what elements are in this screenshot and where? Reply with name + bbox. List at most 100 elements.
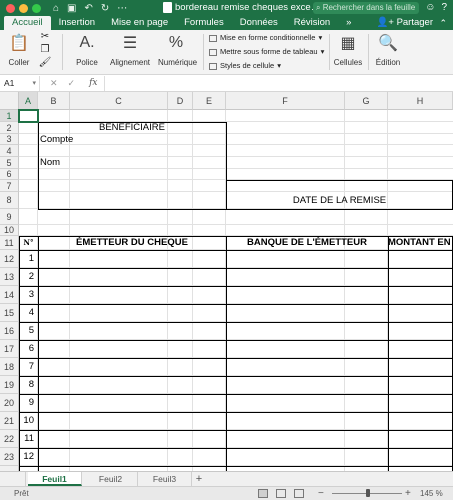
column-header[interactable]: H	[388, 92, 453, 110]
editing-button[interactable]: 🔍 Édition	[374, 32, 402, 67]
row-header[interactable]: 11	[0, 236, 19, 250]
spreadsheet-grid[interactable]: A B C D E F G H 1 2 3 4 5 6 7 8 9 10 11 12 13 14 15 16 17 18 19 20 2…	[0, 92, 453, 471]
home-icon[interactable]: ⌂	[53, 3, 59, 14]
status-text: Prêt	[14, 489, 29, 498]
cell-border	[19, 304, 452, 305]
row-header[interactable]: 5	[0, 157, 19, 169]
sheet-nav[interactable]	[0, 472, 26, 486]
magnifier-icon: 🔍	[378, 35, 398, 52]
collapse-ribbon-icon[interactable]: ⌃	[439, 16, 447, 30]
sheet-tab-feuil1[interactable]: Feuil1	[28, 472, 82, 486]
zoom-window-button[interactable]	[32, 3, 41, 13]
redo-icon[interactable]: ↻	[101, 3, 109, 14]
row-header[interactable]: 7	[0, 180, 19, 192]
format-as-table-button[interactable]: Mettre sous forme de tableau ▾	[209, 45, 324, 59]
gridline	[192, 110, 193, 471]
row-header[interactable]: 3	[0, 134, 19, 145]
scissors-icon[interactable]: ✂	[38, 30, 52, 43]
cell-styles-button[interactable]: Styles de cellule ▾	[209, 59, 324, 73]
column-header[interactable]: D	[168, 92, 193, 110]
more-icon[interactable]: ⋯	[117, 3, 127, 14]
minimize-window-button[interactable]	[19, 3, 28, 13]
smiley-icon[interactable]: ☺	[425, 2, 435, 13]
row-number: 7	[28, 361, 34, 372]
alignment-button[interactable]: ☰ Alignement	[110, 32, 150, 67]
zoom-out-button[interactable]: −	[318, 487, 324, 500]
ribbon: 📋 Coller ✂ ❐ 🖌 A. Police ☰ Alignement % …	[0, 30, 453, 75]
conditional-format-button[interactable]: Mise en forme conditionnelle ▾	[209, 31, 324, 45]
row-header[interactable]: 15	[0, 304, 19, 322]
tab-donnees[interactable]: Données	[232, 16, 286, 30]
paste-button[interactable]: 📋 Coller	[6, 32, 32, 67]
column-header[interactable]: C	[70, 92, 168, 110]
font-button[interactable]: A. Police	[70, 32, 104, 67]
zoom-slider-thumb[interactable]	[366, 489, 370, 497]
formula-input[interactable]	[103, 75, 453, 91]
ribbon-divider	[62, 34, 63, 70]
page-break-icon[interactable]	[294, 489, 304, 498]
row-header[interactable]: 23	[0, 448, 19, 466]
row-header[interactable]: 19	[0, 376, 19, 394]
sheet-tab-feuil2[interactable]: Feuil2	[84, 472, 138, 486]
row-number: 3	[28, 289, 34, 300]
column-header[interactable]: G	[345, 92, 388, 110]
column-header[interactable]: B	[38, 92, 70, 110]
header-no: N°	[23, 238, 34, 247]
view-switcher	[258, 489, 304, 498]
share-button[interactable]: 👤+ Partager	[377, 16, 433, 30]
add-sheet-button[interactable]: +	[192, 472, 206, 486]
number-format-button[interactable]: % Numérique	[158, 32, 197, 67]
tab-revision[interactable]: Révision	[286, 16, 338, 30]
tab-more[interactable]: »	[338, 16, 359, 30]
normal-view-icon[interactable]	[258, 489, 268, 498]
row-header[interactable]: 21	[0, 412, 19, 430]
row-header[interactable]: 14	[0, 286, 19, 304]
column-header[interactable]: F	[226, 92, 345, 110]
function-icon[interactable]: fx	[89, 78, 97, 88]
save-icon[interactable]: ▣	[67, 3, 76, 14]
column-header[interactable]: A	[19, 92, 38, 110]
sheet-tab-feuil3[interactable]: Feuil3	[138, 472, 192, 486]
help-icon[interactable]: ?	[441, 2, 447, 13]
copy-icon[interactable]: ❐	[38, 43, 52, 56]
format-painter-icon[interactable]: 🖌	[38, 56, 52, 69]
close-window-button[interactable]	[6, 3, 15, 13]
row-header[interactable]: 4	[0, 145, 19, 157]
row-header[interactable]: 8	[0, 192, 19, 209]
row-header[interactable]: 18	[0, 358, 19, 376]
tab-formules[interactable]: Formules	[176, 16, 232, 30]
page-layout-icon[interactable]	[276, 489, 286, 498]
title-bar: ⌂ ▣ ↶ ↻ ⋯ bordereau remise cheques exce……	[0, 0, 453, 16]
row-number: 12	[23, 451, 34, 462]
column-header[interactable]: E	[193, 92, 226, 110]
tab-mise-en-page[interactable]: Mise en page	[103, 16, 176, 30]
name-box[interactable]: A1 ▾	[0, 75, 40, 91]
zoom-in-button[interactable]: +	[405, 487, 411, 500]
cancel-icon[interactable]: ✕	[50, 78, 58, 89]
row-header[interactable]: 13	[0, 268, 19, 286]
cells-button[interactable]: ▦ Cellules	[333, 32, 363, 67]
row-header[interactable]: 17	[0, 340, 19, 358]
titlebar-right: ☺ ?	[425, 2, 447, 13]
row-header[interactable]: 20	[0, 394, 19, 412]
undo-icon[interactable]: ↶	[85, 3, 93, 14]
selected-cell-a1[interactable]	[18, 109, 39, 123]
clipboard-tools: ✂ ❐ 🖌	[38, 30, 52, 69]
row-header[interactable]: 6	[0, 169, 19, 180]
percent-icon: %	[168, 34, 184, 51]
row-header[interactable]: 9	[0, 209, 19, 225]
row-header[interactable]: 12	[0, 250, 19, 268]
tab-insertion[interactable]: Insertion	[51, 16, 103, 30]
confirm-icon[interactable]: ✓	[68, 78, 76, 89]
row-header[interactable]: 1	[0, 110, 19, 122]
row-header[interactable]: 16	[0, 322, 19, 340]
search-input[interactable]: ⌕ Rechercher dans la feuille	[313, 2, 419, 14]
tab-accueil[interactable]: Accueil	[4, 16, 51, 30]
ribbon-divider	[203, 34, 204, 70]
cell-styles-icon	[209, 62, 217, 70]
cell-border	[19, 376, 452, 377]
select-all-corner[interactable]	[0, 92, 19, 110]
row-header[interactable]: 2	[0, 122, 19, 134]
row-header[interactable]: 10	[0, 225, 19, 236]
row-header[interactable]: 22	[0, 430, 19, 448]
